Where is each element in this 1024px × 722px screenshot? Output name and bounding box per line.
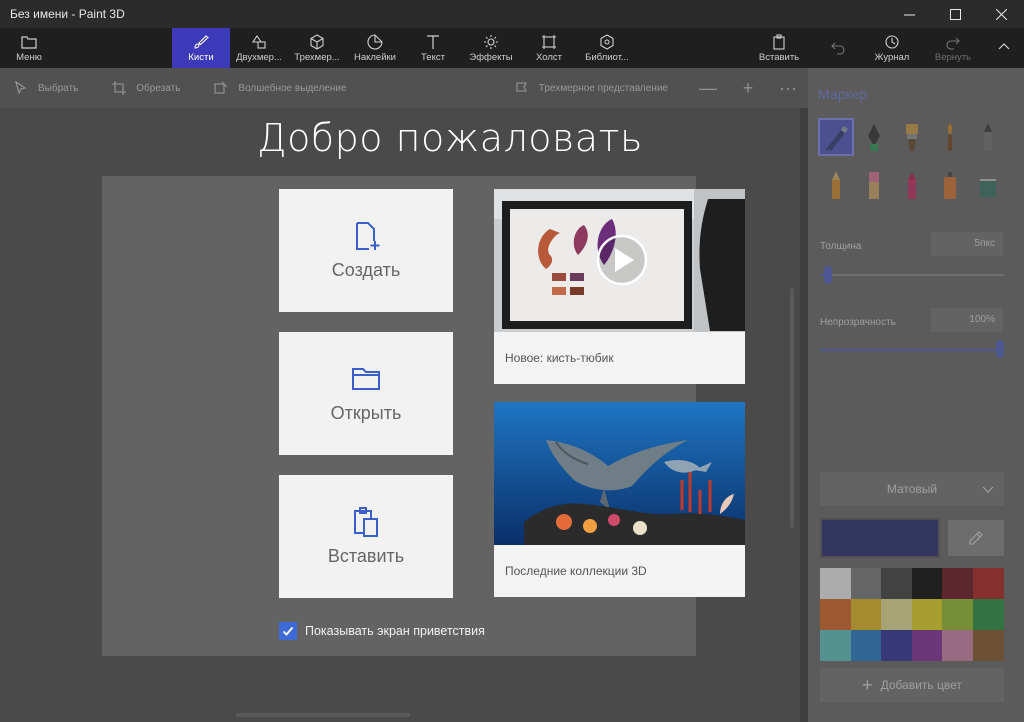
- undo-icon: [831, 42, 845, 55]
- close-button[interactable]: [978, 0, 1024, 28]
- chevron-up-icon: [998, 43, 1010, 50]
- tab-text[interactable]: Текст: [404, 28, 462, 68]
- minimize-icon: [903, 14, 915, 15]
- cube-icon: [310, 33, 324, 50]
- ribbon: Меню Кисти Двухмер... Трехмер... Наклейк…: [0, 28, 1024, 68]
- welcome-title: Добро пожаловать: [257, 116, 643, 160]
- tube-brush-video-tile[interactable]: Новое: кисть-тюбик: [494, 189, 745, 384]
- tab-brushes[interactable]: Кисти: [172, 28, 230, 68]
- maximize-button[interactable]: [932, 0, 978, 28]
- menu-label: Меню: [16, 51, 42, 63]
- window-title: Без имени - Paint 3D: [10, 7, 125, 21]
- create-label: Создать: [331, 260, 401, 280]
- tab-stickers[interactable]: Наклейки: [346, 28, 404, 68]
- collapse-ribbon-button[interactable]: [984, 28, 1024, 68]
- sticker-icon: [367, 33, 383, 50]
- tab-library-label: Библиот...: [585, 51, 629, 63]
- tab-2d-shapes-label: Двухмер...: [236, 51, 282, 63]
- history-icon: [885, 34, 899, 49]
- recent-3d-collections-tile[interactable]: Последние коллекции 3D: [494, 402, 745, 597]
- tab-effects[interactable]: Эффекты: [462, 28, 520, 68]
- redo-button[interactable]: Вернуть: [922, 28, 984, 68]
- history-button[interactable]: Журнал: [862, 28, 922, 68]
- paste-ribbon-label: Вставить: [758, 51, 800, 63]
- show-welcome-checkbox[interactable]: [279, 622, 297, 640]
- library-icon: [600, 33, 614, 50]
- effects-icon: [484, 34, 498, 49]
- create-new-button[interactable]: Создать: [279, 189, 453, 312]
- undo-button[interactable]: [814, 28, 862, 68]
- tab-2d-shapes[interactable]: Двухмер...: [230, 28, 288, 68]
- checkmark-icon: [282, 626, 294, 636]
- open-label: Открыть: [330, 403, 402, 423]
- minimize-button[interactable]: [886, 0, 932, 28]
- tab-effects-label: Эффекты: [469, 51, 513, 63]
- tab-3d-shapes[interactable]: Трехмер...: [288, 28, 346, 68]
- brush-icon: [194, 34, 209, 49]
- tab-brushes-label: Кисти: [188, 51, 214, 63]
- tab-text-label: Текст: [421, 51, 445, 63]
- tab-library[interactable]: Библиот...: [578, 28, 636, 68]
- show-welcome-label: Показывать экран приветствия: [305, 624, 485, 638]
- maximize-icon: [949, 8, 961, 20]
- tube-brush-thumbnail: [494, 189, 745, 332]
- menu-button[interactable]: Меню: [0, 28, 58, 68]
- new-file-icon: [356, 222, 380, 250]
- collections-caption: Последние коллекции 3D: [505, 564, 647, 578]
- title-bar: Без имени - Paint 3D: [0, 0, 1024, 28]
- history-label: Журнал: [874, 51, 910, 63]
- welcome-overlay: [0, 68, 1024, 722]
- open-folder-icon: [352, 368, 380, 390]
- shapes-2d-icon: [251, 34, 266, 49]
- redo-icon: [946, 37, 960, 50]
- paste-icon: [354, 507, 378, 537]
- paste-button[interactable]: Вставить: [279, 475, 453, 598]
- collections-thumbnail: [494, 402, 745, 545]
- clipboard-icon: [773, 33, 785, 50]
- open-button[interactable]: Открыть: [279, 332, 453, 455]
- redo-label: Вернуть: [934, 51, 972, 63]
- folder-icon: [21, 35, 37, 49]
- paste-label: Вставить: [327, 546, 405, 566]
- tab-canvas-label: Холст: [536, 51, 562, 63]
- canvas-icon: [542, 34, 556, 49]
- tube-brush-caption: Новое: кисть-тюбик: [505, 351, 614, 365]
- paste-ribbon-button[interactable]: Вставить: [744, 28, 814, 68]
- text-icon: [427, 34, 439, 49]
- show-welcome-toggle[interactable]: Показывать экран приветствия: [279, 622, 485, 640]
- tab-canvas[interactable]: Холст: [520, 28, 578, 68]
- tab-stickers-label: Наклейки: [353, 51, 396, 63]
- tab-3d-shapes-label: Трехмер...: [294, 51, 340, 63]
- close-icon: [995, 8, 1007, 20]
